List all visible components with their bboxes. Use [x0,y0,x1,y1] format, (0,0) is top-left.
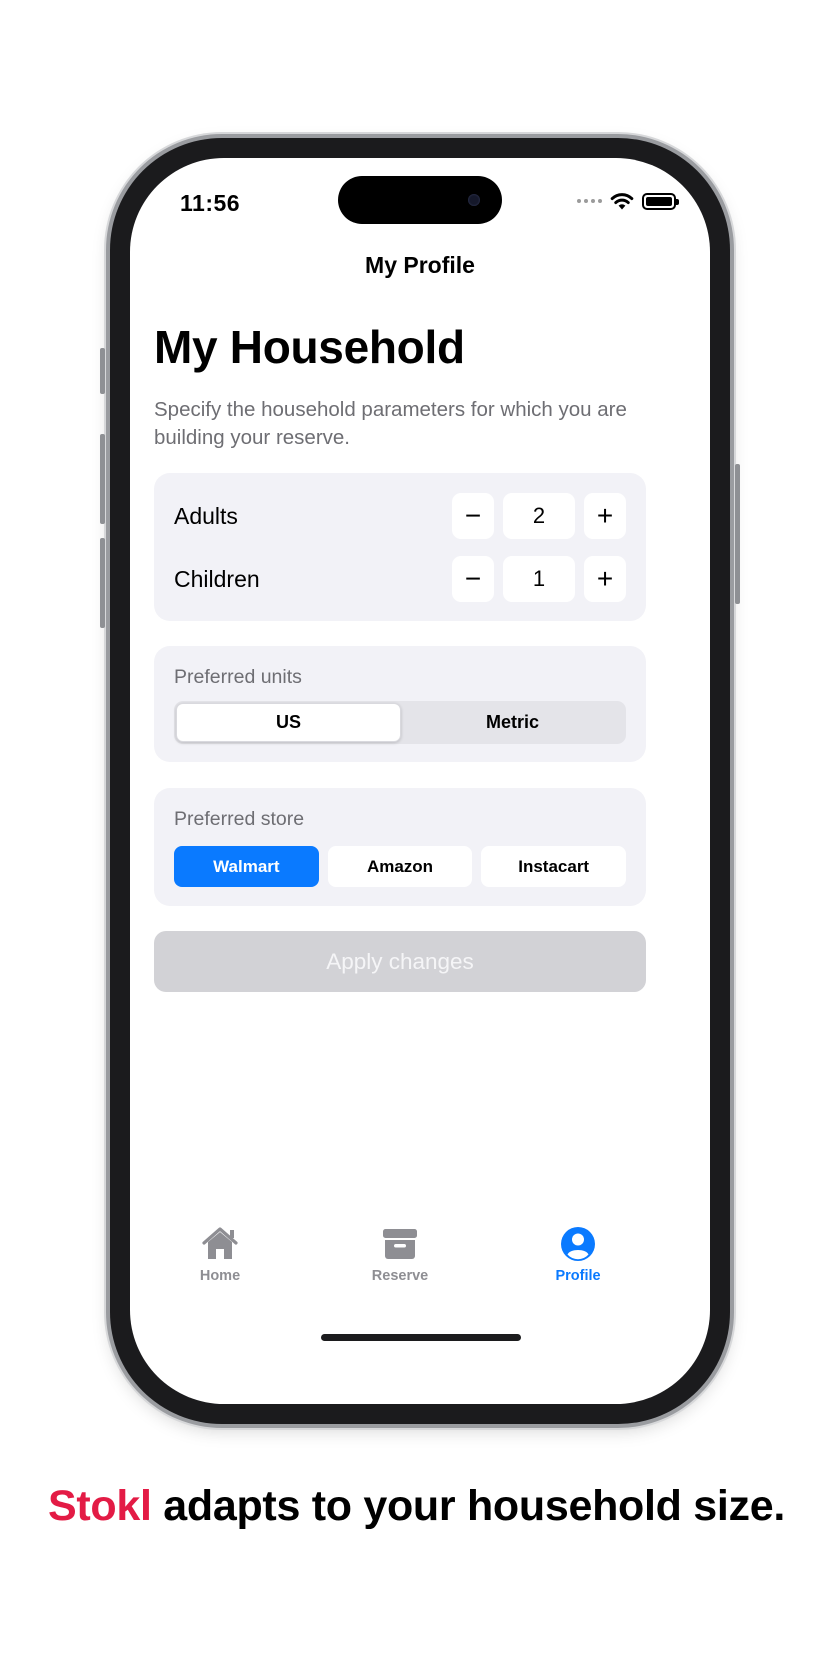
action-button [100,348,105,394]
status-time: 11:56 [180,190,241,216]
power-button [735,464,740,604]
household-size-card: Adults − 2 + Children − 1 + [154,473,646,621]
store-option-instacart[interactable]: Instacart [481,846,627,887]
nav-title: My Profile [365,252,475,278]
units-label: Preferred units [174,666,302,688]
house-icon [202,1227,238,1259]
store-options: Walmart Amazon Instacart [174,846,627,887]
apply-changes-button[interactable]: Apply changes [154,931,646,992]
adults-decrement-button[interactable]: − [452,493,494,539]
preferred-units-card: Preferred units US Metric [154,646,646,762]
preferred-store-card: Preferred store Walmart Amazon Instacart [154,788,646,906]
brand-name: Stokl [47,1482,152,1530]
store-option-amazon[interactable]: Amazon [327,846,473,887]
volume-up-button [100,434,105,524]
children-increment-button[interactable]: + [584,556,626,602]
store-option-walmart[interactable]: Walmart [174,846,319,887]
home-indicator [321,1334,521,1341]
signal-icon [577,199,602,203]
status-indicators [577,192,679,210]
page-title: My Household [154,321,465,373]
archivebox-icon [383,1229,417,1259]
children-value[interactable]: 1 [503,556,575,602]
caption-text: adapts to your household size. [163,1482,786,1530]
children-row: Children − 1 + [174,556,626,602]
wifi-icon [610,193,634,210]
dynamic-island [338,176,502,224]
units-segmented-control: US Metric [174,701,626,744]
children-label: Children [174,565,260,592]
store-label: Preferred store [174,808,305,830]
adults-stepper: − 2 + [452,493,626,539]
units-option-us[interactable]: US [176,703,401,742]
tab-reserve[interactable]: Reserve [340,1226,460,1284]
person-circle-icon [561,1227,595,1261]
children-stepper: − 1 + [452,556,626,602]
adults-label: Adults [174,502,238,529]
adults-value[interactable]: 2 [503,493,575,539]
tab-reserve-label: Reserve [371,1268,429,1284]
phone-screen: 11:56 My Profile My Household Specify th… [130,158,710,1404]
phone-frame: 11:56 My Profile My Household Specify th… [100,138,740,1424]
units-option-metric[interactable]: Metric [401,703,624,742]
camera-icon [468,194,480,206]
page-description: Specify the household parameters for whi… [154,398,627,449]
tab-home-label: Home [199,1268,241,1284]
volume-down-button [100,538,105,628]
tab-profile[interactable]: Profile [518,1226,638,1284]
adults-row: Adults − 2 + [174,493,626,539]
battery-icon [642,192,679,210]
marketing-caption: Stokl adapts to your household size. [0,1478,833,1534]
tab-home[interactable]: Home [160,1226,280,1284]
tab-profile-label: Profile [555,1268,601,1284]
children-decrement-button[interactable]: − [452,556,494,602]
adults-increment-button[interactable]: + [584,493,626,539]
